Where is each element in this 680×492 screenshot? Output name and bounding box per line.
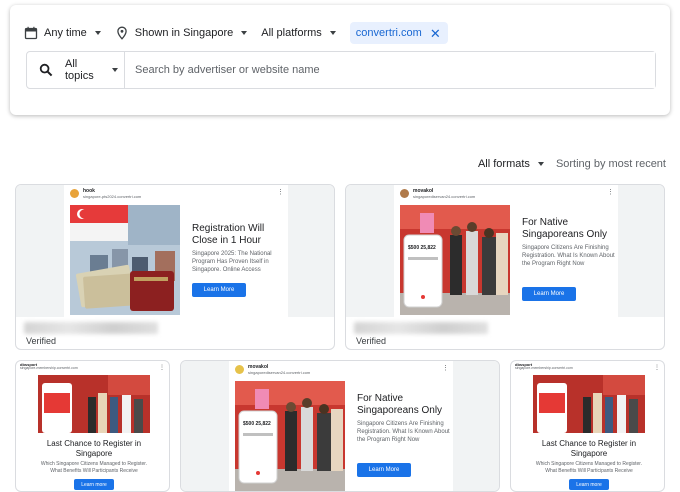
ad-body: Singapore 2025: The National Program Has… xyxy=(192,251,272,273)
ad-title: Registration Will Close in 1 Hour xyxy=(192,223,265,246)
ad-image: $500 25,822 xyxy=(400,205,510,315)
ad-url: singaporediservan24.convertri.com xyxy=(248,369,311,375)
avatar xyxy=(70,189,79,199)
ad-header: dbssport singapore-membership.convertri.… xyxy=(515,362,573,371)
learn-more-button[interactable]: Learn More xyxy=(357,463,411,477)
chevron-down-icon xyxy=(94,31,101,35)
close-icon[interactable]: ✕ xyxy=(430,27,441,40)
ad-title: For Native Singaporeans Only xyxy=(357,393,443,416)
search-bar: All topics xyxy=(26,51,656,89)
ad-image xyxy=(533,375,645,433)
search-button[interactable] xyxy=(27,52,65,88)
domain-chip[interactable]: convertri.com ✕ xyxy=(349,22,448,44)
advertiser-blurred-name xyxy=(354,322,488,334)
more-options-icon[interactable]: ⋮ xyxy=(277,188,284,196)
formats-dropdown[interactable]: All formats xyxy=(478,158,544,170)
avatar xyxy=(400,189,409,199)
more-options-icon[interactable]: ⋮ xyxy=(654,364,660,371)
verified-label: Verified xyxy=(356,336,387,346)
filters-panel: Any time Shown in Singapore All platform… xyxy=(10,5,670,115)
sorting-label[interactable]: Sorting by most recent xyxy=(556,158,666,170)
region-filter[interactable]: Shown in Singapore xyxy=(115,21,248,45)
learn-more-button[interactable]: Learn more xyxy=(569,479,609,490)
search-icon xyxy=(39,63,53,77)
chevron-down-icon xyxy=(537,162,544,166)
learn-more-button[interactable]: Learn More xyxy=(192,283,246,297)
formats-label: All formats xyxy=(477,158,530,170)
time-filter-label: Any time xyxy=(44,27,87,39)
ad-body: Which Singapore Citizens Managed to Regi… xyxy=(535,461,643,474)
platforms-filter[interactable]: All platforms xyxy=(261,21,336,45)
domain-chip-label: convertri.com xyxy=(355,27,422,39)
ad-image xyxy=(38,375,150,433)
ad-url: singapore-pts2024.convertri.com xyxy=(83,193,142,199)
more-options-icon[interactable]: ⋮ xyxy=(442,364,449,372)
ad-creative: movakol singaporediservan24.convertri.co… xyxy=(394,185,618,317)
topics-dropdown[interactable]: All topics xyxy=(65,52,125,88)
phone-amount: $500 25,822 xyxy=(243,421,271,427)
verified-label: Verified xyxy=(26,336,57,346)
chevron-down-icon xyxy=(112,68,118,72)
ad-header: movakol singaporediservan24.convertri.co… xyxy=(400,188,476,199)
filter-row: Any time Shown in Singapore All platform… xyxy=(24,19,448,47)
time-filter[interactable]: Any time xyxy=(24,21,101,45)
ad-header: hook singapore-pts2024.convertri.com xyxy=(70,188,142,199)
ad-title: Last Chance to Register in Singapore xyxy=(541,439,637,458)
ad-header: movakol singaporediservan24.convertri.co… xyxy=(235,364,311,375)
ad-card[interactable]: hook singapore-pts2024.convertri.com ⋮ R… xyxy=(15,184,335,350)
ad-body: Which Singapore Citizens Managed to Regi… xyxy=(40,461,148,474)
ad-header: dbssport singapore-membership.convertri.… xyxy=(20,362,78,371)
avatar xyxy=(235,365,244,375)
ad-url: singapore-membership.convertri.com xyxy=(515,366,573,371)
phone-amount: $500 25,822 xyxy=(408,245,436,251)
ad-body: Singapore Citizens Are Finishing Registr… xyxy=(522,245,615,267)
sort-row: All formats Sorting by most recent xyxy=(478,158,666,170)
location-pin-icon xyxy=(117,26,127,40)
chevron-down-icon xyxy=(329,31,336,35)
search-input[interactable] xyxy=(125,52,655,88)
ad-title: Last Chance to Register in Singapore xyxy=(46,439,142,458)
ad-card[interactable]: movakol singaporediservan24.convertri.co… xyxy=(180,360,500,492)
learn-more-button[interactable]: Learn more xyxy=(74,479,114,490)
ad-creative: movakol singaporediservan24.convertri.co… xyxy=(229,361,453,491)
ad-url: singapore-membership.convertri.com xyxy=(20,366,78,371)
ad-image xyxy=(70,205,180,315)
chevron-down-icon xyxy=(241,31,248,35)
advertiser-blurred-name xyxy=(24,322,158,334)
region-filter-label: Shown in Singapore xyxy=(134,27,234,39)
ad-title: For Native Singaporeans Only xyxy=(522,217,608,240)
calendar-icon xyxy=(24,26,38,40)
ad-card[interactable]: movakol singaporediservan24.convertri.co… xyxy=(345,184,665,350)
more-options-icon[interactable]: ⋮ xyxy=(159,364,165,371)
ad-card[interactable]: dbssport singapore-membership.convertri.… xyxy=(15,360,170,492)
ad-card[interactable]: dbssport singapore-membership.convertri.… xyxy=(510,360,665,492)
more-options-icon[interactable]: ⋮ xyxy=(607,188,614,196)
ad-url: singaporediservan24.convertri.com xyxy=(413,193,476,199)
learn-more-button[interactable]: Learn More xyxy=(522,287,576,301)
ad-body: Singapore Citizens Are Finishing Registr… xyxy=(357,421,450,443)
ad-creative: hook singapore-pts2024.convertri.com ⋮ R… xyxy=(64,185,288,317)
platforms-filter-label: All platforms xyxy=(261,27,322,39)
topics-label: All topics xyxy=(65,58,94,82)
ad-image: $500 25,822 xyxy=(235,381,345,491)
